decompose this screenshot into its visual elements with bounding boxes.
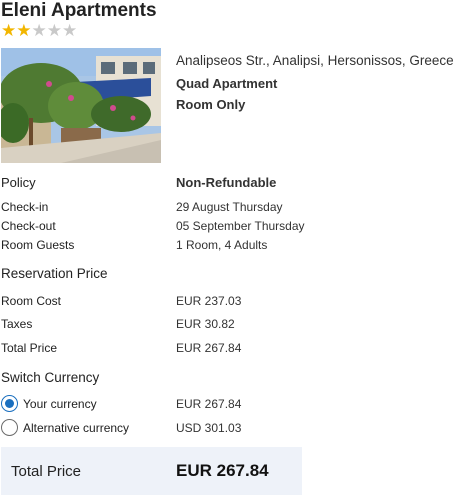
total-price-row: Total Price EUR 267.84: [1, 341, 461, 355]
guests-value: 1 Room, 4 Adults: [176, 238, 268, 252]
hotel-name: Eleni Apartments: [1, 0, 157, 21]
checkin-value: 29 August Thursday: [176, 200, 283, 214]
reservation-price-title: Reservation Price: [1, 266, 108, 281]
checkout-label: Check-out: [1, 219, 56, 233]
summary-total-label: Total Price: [11, 462, 82, 480]
taxes-row: Taxes EUR 30.82: [1, 317, 461, 331]
guests-label: Room Guests: [1, 238, 75, 252]
star-rating: ★ ★ ★ ★ ★: [1, 22, 77, 39]
total-price-value: EUR 267.84: [176, 341, 242, 355]
guests-row: Room Guests 1 Room, 4 Adults: [1, 238, 461, 252]
currency-option-your[interactable]: Your currency EUR 267.84: [1, 395, 461, 412]
checkout-row: Check-out 05 September Thursday: [1, 219, 461, 233]
radio-button-selected[interactable]: [1, 395, 18, 412]
checkout-value: 05 September Thursday: [176, 219, 305, 233]
hotel-address: Analipseos Str., Analipsi, Hersonissos, …: [176, 53, 454, 68]
room-cost-row: Room Cost EUR 237.03: [1, 294, 461, 308]
total-price-summary: Total Price EUR 267.84: [1, 447, 302, 495]
radio-button[interactable]: [1, 419, 18, 436]
policy-label: Policy: [1, 175, 36, 190]
checkin-label: Check-in: [1, 200, 49, 214]
switch-currency-title: Switch Currency: [1, 370, 100, 385]
room-cost-value: EUR 237.03: [176, 294, 242, 308]
policy-row: Policy Non-Refundable: [1, 175, 461, 190]
taxes-value: EUR 30.82: [176, 317, 235, 331]
star-icon: ★: [16, 21, 32, 40]
star-icon: ★: [31, 21, 47, 40]
currency-option-value: USD 301.03: [176, 420, 242, 435]
summary-total-value: EUR 267.84: [176, 461, 269, 480]
currency-option-label[interactable]: Alternative currency: [23, 421, 176, 435]
star-icon: ★: [46, 21, 62, 40]
room-type: Quad Apartment: [176, 76, 278, 91]
board-type: Room Only: [176, 97, 246, 112]
hotel-photo: [1, 48, 161, 163]
currency-option-value: EUR 267.84: [176, 396, 242, 411]
currency-option-alternative[interactable]: Alternative currency USD 301.03: [1, 419, 461, 436]
policy-value: Non-Refundable: [176, 175, 277, 190]
room-cost-label: Room Cost: [1, 294, 62, 308]
star-icon: ★: [62, 21, 78, 40]
taxes-label: Taxes: [1, 317, 33, 331]
checkin-row: Check-in 29 August Thursday: [1, 200, 461, 214]
star-icon: ★: [1, 21, 17, 40]
total-price-label: Total Price: [1, 341, 58, 355]
currency-option-label[interactable]: Your currency: [23, 397, 176, 411]
